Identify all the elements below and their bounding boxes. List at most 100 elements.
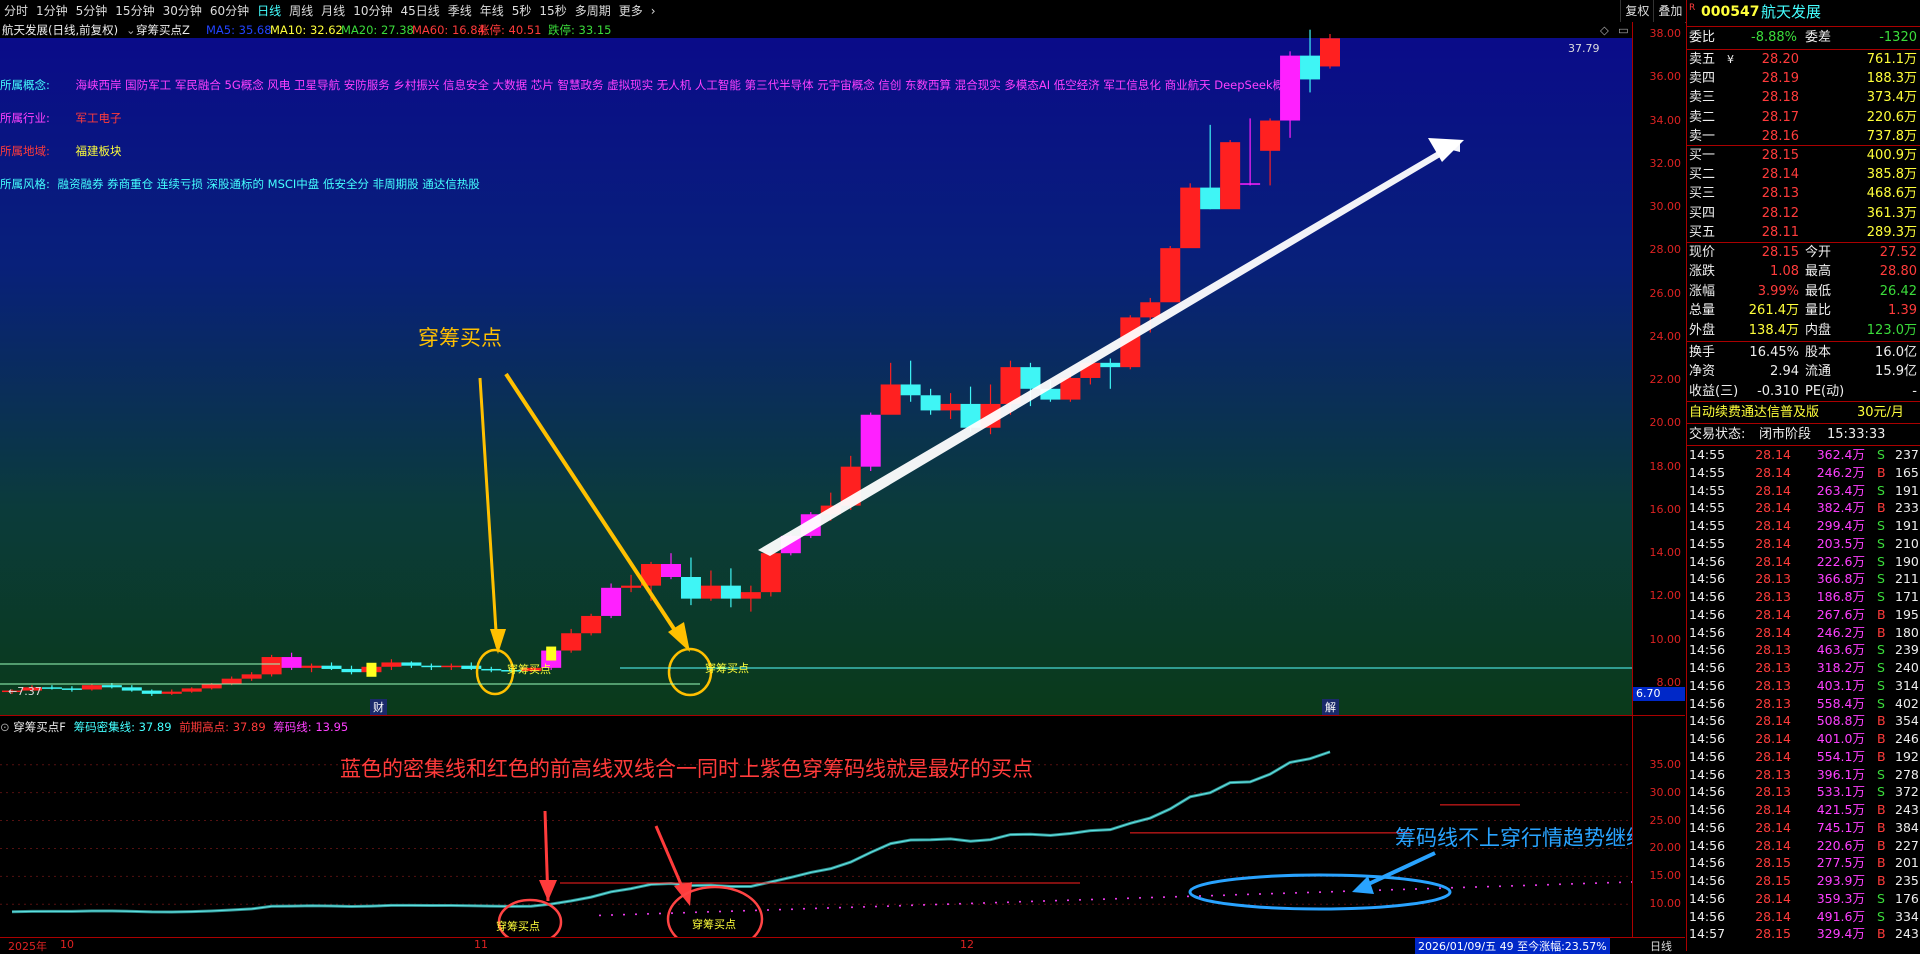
tick-count: 278 <box>1895 766 1919 782</box>
period-button[interactable]: 日线 <box>253 0 285 22</box>
period-button[interactable]: 周线 <box>285 0 317 22</box>
tick-row[interactable]: 14:56 28.14 246.2万 B 180 <box>1687 624 1920 642</box>
candle <box>720 568 741 608</box>
candle <box>81 684 102 691</box>
period-button[interactable]: 30分钟 <box>159 0 206 22</box>
tick-time: 14:56 <box>1689 819 1726 835</box>
tick-price: 28.14 <box>1755 748 1791 764</box>
tick-row[interactable]: 14:55 28.14 362.4万 S 237 <box>1687 446 1920 464</box>
bids-row[interactable]: 买三 28.13 468.6万 <box>1687 184 1920 203</box>
tick-row[interactable]: 14:55 28.14 203.5万 S 210 <box>1687 535 1920 553</box>
bids-row[interactable]: 买五 28.11 289.3万 <box>1687 223 1920 242</box>
tick-row[interactable]: 14:56 28.14 220.6万 B 227 <box>1687 837 1920 855</box>
tick-row[interactable]: 14:57 28.15 329.4万 B 243 <box>1687 925 1920 943</box>
period-button[interactable]: 更多 <box>615 0 647 22</box>
tick-side: B <box>1877 873 1886 888</box>
period-button[interactable]: 分时 <box>0 0 32 22</box>
chip-dot <box>1091 898 1093 901</box>
asks-row[interactable]: 卖二 28.17 220.6万 <box>1687 108 1920 127</box>
tick-row[interactable]: 14:56 28.14 222.6万 S 190 <box>1687 553 1920 571</box>
period-button[interactable]: 年线 <box>476 0 508 22</box>
period-button[interactable]: 10分钟 <box>349 0 396 22</box>
bids-price: 28.15 <box>1761 148 1799 163</box>
asks-row[interactable]: 卖一 28.16 737.8万 <box>1687 127 1920 146</box>
tick-row[interactable]: 14:56 28.14 508.8万 B 354 <box>1687 712 1920 730</box>
tick-row[interactable]: 14:56 28.13 396.1万 S 278 <box>1687 766 1920 784</box>
candle-body <box>621 585 642 588</box>
promo-row[interactable]: 自动续费通达信普及版 30元/月 <box>1687 403 1920 422</box>
period-button[interactable]: 45日线 <box>396 0 443 22</box>
asks-price: 28.17 <box>1761 109 1799 125</box>
promo-price[interactable]: 30元/月 <box>1857 403 1904 422</box>
stats2-row: 换手 16.45% 股本 16.0亿 <box>1687 343 1920 362</box>
bids-price: 28.13 <box>1761 186 1799 202</box>
period-button[interactable]: 60分钟 <box>206 0 253 22</box>
toolbar-right-button[interactable]: 叠加 <box>1653 0 1686 22</box>
bids-row[interactable]: 买二 28.14 385.8万 <box>1687 165 1920 184</box>
tick-row[interactable]: 14:56 28.13 403.1万 S 314 <box>1687 677 1920 695</box>
candle-body <box>481 668 502 671</box>
candle-body <box>401 662 422 666</box>
tick-row[interactable]: 14:55 28.14 382.4万 B 233 <box>1687 499 1920 517</box>
tick-price: 28.13 <box>1755 660 1791 675</box>
tick-row[interactable]: 14:56 28.14 554.1万 B 192 <box>1687 748 1920 766</box>
kline-chart[interactable]: 航天发展(日线,前复权) ⌄ 穿筹买点Z MA5: 35.68 MA10: 32… <box>0 22 1685 715</box>
bids-row[interactable]: 买一 28.15 400.9万 <box>1687 146 1920 165</box>
tick-time: 14:56 <box>1689 890 1726 906</box>
asks-price: 28.19 <box>1761 71 1799 87</box>
tick-row[interactable]: 14:56 28.13 463.6万 S 239 <box>1687 641 1920 659</box>
period-button[interactable]: 多周期 <box>571 0 615 22</box>
period-button[interactable]: 15秒 <box>535 0 570 22</box>
tick-row[interactable]: 14:56 28.13 318.2万 S 240 <box>1687 659 1920 677</box>
stats2-label-2: PE(动) <box>1805 383 1845 399</box>
toolbar-right-button[interactable]: 复权 <box>1620 0 1653 22</box>
candle <box>1180 183 1201 249</box>
period-button[interactable]: 5秒 <box>508 0 536 22</box>
tick-side: S <box>1877 518 1885 533</box>
promo-text[interactable]: 自动续费通达信普及版 <box>1689 403 1819 422</box>
tick-price: 28.13 <box>1755 642 1791 658</box>
more-dropdown-icon[interactable]: › <box>647 0 660 22</box>
asks-row[interactable]: 卖四 28.19 188.3万 <box>1687 69 1920 88</box>
indicator-tick: 15.00 <box>1649 869 1682 883</box>
tick-row[interactable]: 14:56 28.14 401.0万 B 246 <box>1687 730 1920 748</box>
tick-row[interactable]: 14:56 28.13 186.8万 S 171 <box>1687 588 1920 606</box>
tick-row[interactable]: 14:55 28.14 299.4万 S 191 <box>1687 517 1920 535</box>
tick-row[interactable]: 14:55 28.14 263.4万 S 191 <box>1687 482 1920 500</box>
bids-row[interactable]: 买四 28.12 361.3万 <box>1687 204 1920 223</box>
asks-price: 28.20 <box>1761 52 1799 67</box>
candle-body <box>381 662 402 667</box>
tick-row[interactable]: 14:56 28.14 359.3万 S 176 <box>1687 890 1920 908</box>
indicator-panel[interactable]: ⊙ 穿筹买点F 筹码密集线: 37.89 前期高点: 37.89 筹码线: 13… <box>0 715 1685 938</box>
period-button[interactable]: 月线 <box>317 0 349 22</box>
tick-price: 28.14 <box>1755 837 1791 853</box>
asks-row[interactable]: 卖三 28.18 373.4万 <box>1687 88 1920 107</box>
chip-dot <box>1187 895 1189 898</box>
tick-volume: 267.6万 <box>1816 606 1865 622</box>
period-button[interactable]: 季线 <box>444 0 476 22</box>
tick-side: S <box>1877 642 1885 658</box>
tick-time: 14:55 <box>1689 464 1726 480</box>
tick-row[interactable]: 14:56 28.14 491.6万 S 334 <box>1687 908 1920 926</box>
tick-row[interactable]: 14:56 28.13 533.1万 S 372 <box>1687 783 1920 801</box>
tick-row[interactable]: 14:56 28.14 745.1万 B 384 <box>1687 819 1920 837</box>
bids-label: 买二 <box>1689 167 1716 183</box>
jie-marker[interactable]: 解 <box>1322 699 1339 715</box>
tick-row[interactable]: 14:56 28.15 277.5万 B 201 <box>1687 854 1920 872</box>
asks-row[interactable]: 卖五 ¥28.20 761.1万 <box>1687 50 1920 69</box>
period-button[interactable]: 15分钟 <box>111 0 158 22</box>
tick-row[interactable]: 14:56 28.13 366.8万 S 211 <box>1687 570 1920 588</box>
tick-row[interactable]: 14:55 28.14 246.2万 B 165 <box>1687 464 1920 482</box>
chip-dot <box>1319 891 1321 894</box>
date-period[interactable]: 日线 <box>1650 938 1672 954</box>
tick-side: S <box>1877 660 1885 675</box>
tick-row[interactable]: 14:56 28.15 293.9万 B 235 <box>1687 872 1920 890</box>
period-button[interactable]: 5分钟 <box>72 0 112 22</box>
stats2-label-1: 换手 <box>1689 345 1716 360</box>
tick-row[interactable]: 14:56 28.14 267.6万 B 195 <box>1687 606 1920 624</box>
candle <box>441 663 462 671</box>
tick-row[interactable]: 14:56 28.14 421.5万 B 243 <box>1687 801 1920 819</box>
tick-row[interactable]: 14:56 28.13 558.4万 S 402 <box>1687 695 1920 713</box>
cai-marker[interactable]: 财 <box>370 699 387 715</box>
period-button[interactable]: 1分钟 <box>32 0 72 22</box>
